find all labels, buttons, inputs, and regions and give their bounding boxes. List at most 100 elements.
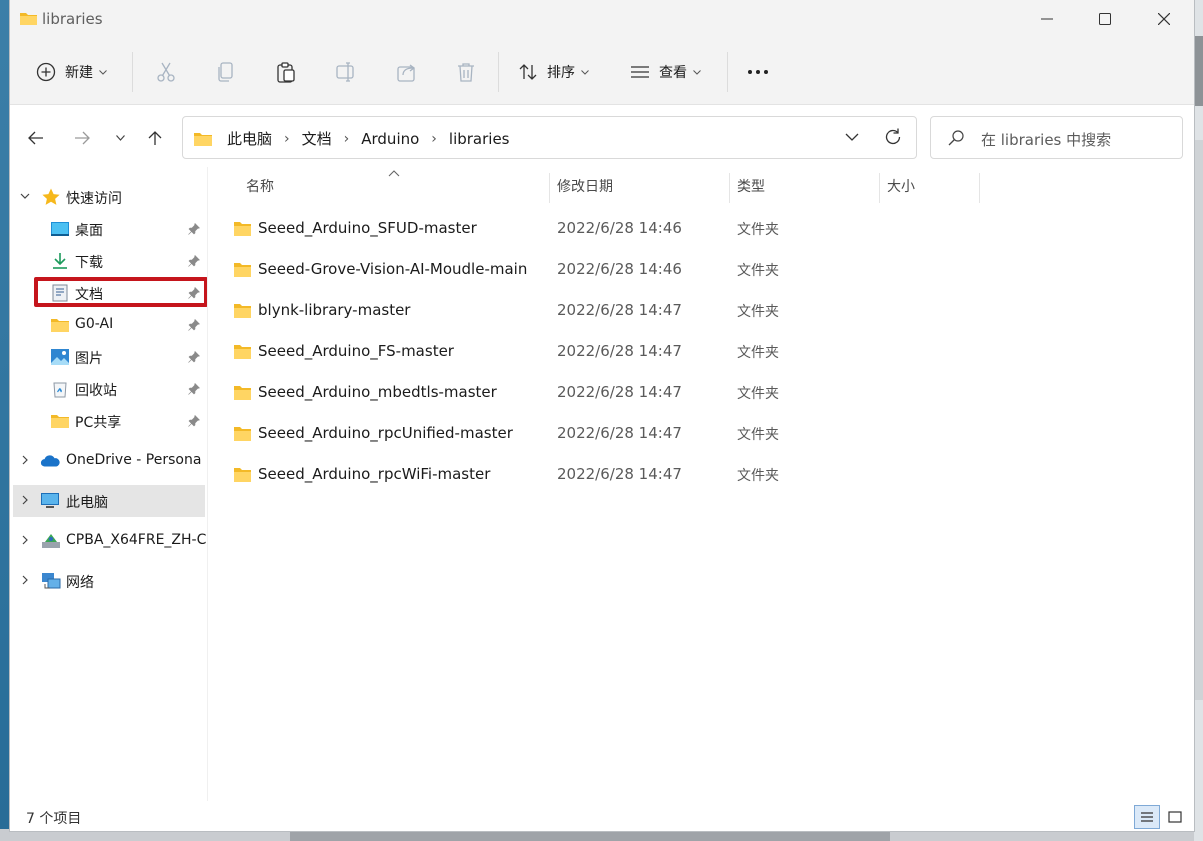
navigation-bar: 此电脑 › 文档 › Arduino › libraries 在 librari…	[10, 105, 1194, 167]
file-type: 文件夹	[737, 304, 779, 320]
column-separator[interactable]	[879, 173, 880, 203]
file-name: Seeed_Arduino_SFUD-master	[258, 219, 477, 237]
column-separator[interactable]	[979, 173, 980, 203]
minimize-button[interactable]	[1018, 0, 1076, 38]
folder-icon	[51, 319, 69, 332]
column-header-label: 修改日期	[557, 179, 613, 195]
sidebar-item-recycle-bin[interactable]: 回收站	[10, 373, 208, 405]
column-header-type[interactable]: 类型	[737, 167, 765, 205]
table-row[interactable]: Seeed_Arduino_SFUD-master 2022/6/28 14:4…	[228, 209, 988, 250]
file-explorer-window: libraries 新建 排序 查看 此电脑 › 文档 › Arduino › …	[9, 0, 1195, 832]
recent-locations-button[interactable]	[105, 123, 135, 153]
column-separator[interactable]	[729, 173, 730, 203]
sidebar-item-downloads[interactable]: 下载	[10, 245, 208, 277]
arrow-left-icon	[28, 131, 43, 145]
refresh-button[interactable]	[883, 127, 903, 151]
file-modified: 2022/6/28 14:47	[557, 383, 682, 401]
folder-icon	[234, 222, 251, 236]
column-header-name[interactable]: 名称	[246, 167, 274, 205]
sidebar-item-desktop[interactable]: 桌面	[10, 213, 208, 245]
desktop-icon	[51, 222, 69, 236]
table-row[interactable]: Seeed-Grove-Vision-AI-Moudle-main 2022/6…	[228, 250, 988, 291]
rename-icon	[336, 62, 354, 82]
sidebar-label: 回收站	[75, 383, 117, 399]
crumb-separator-icon[interactable]: ›	[431, 131, 437, 147]
maximize-button[interactable]	[1076, 0, 1134, 38]
sidebar-item-drive[interactable]: CPBA_X64FRE_ZH-C	[10, 525, 208, 557]
back-button[interactable]	[21, 123, 51, 153]
crumb-arduino[interactable]: Arduino	[361, 130, 419, 148]
sidebar-label: G0-AI	[75, 316, 114, 332]
table-row[interactable]: Seeed_Arduino_mbedtls-master 2022/6/28 1…	[228, 373, 988, 414]
address-bar[interactable]: 此电脑 › 文档 › Arduino › libraries	[182, 116, 917, 159]
close-button[interactable]	[1135, 0, 1193, 38]
sidebar-label: 图片	[75, 351, 103, 367]
column-header-label: 大小	[887, 179, 915, 195]
sidebar-item-onedrive[interactable]: OneDrive - Persona	[10, 445, 208, 477]
folder-icon	[234, 345, 251, 359]
paste-button[interactable]	[275, 50, 297, 94]
column-header-size[interactable]: 大小	[887, 167, 915, 205]
file-type: 文件夹	[737, 468, 779, 484]
chevron-right-icon	[22, 495, 28, 505]
table-row[interactable]: Seeed_Arduino_rpcWiFi-master 2022/6/28 1…	[228, 455, 988, 496]
minimize-icon	[1041, 18, 1053, 20]
file-type: 文件夹	[737, 345, 779, 361]
more-dots-icon	[748, 70, 768, 74]
star-icon	[42, 188, 60, 205]
table-row[interactable]: Seeed_Arduino_FS-master 2022/6/28 14:47 …	[228, 332, 988, 373]
view-button[interactable]: 查看	[630, 50, 701, 94]
sort-button[interactable]: 排序	[518, 50, 589, 94]
up-button[interactable]	[140, 123, 170, 153]
sidebar-item-network[interactable]: 网络	[10, 565, 208, 597]
copy-button[interactable]	[215, 50, 237, 94]
sidebar-item-g0-ai[interactable]: G0-AI	[10, 309, 208, 341]
file-modified: 2022/6/28 14:47	[557, 424, 682, 442]
sidebar-label: 网络	[66, 575, 94, 591]
crumb-this-pc[interactable]: 此电脑	[227, 128, 272, 149]
folder-icon	[20, 13, 37, 25]
edge-bar-2	[1195, 140, 1203, 700]
sidebar-item-pc-share[interactable]: PC共享	[10, 405, 208, 437]
plus-circle-icon	[36, 62, 56, 82]
share-button[interactable]	[396, 50, 418, 94]
address-history-dropdown[interactable]	[845, 129, 859, 149]
computer-icon	[41, 493, 59, 508]
sidebar-item-quick-access[interactable]: 快速访问	[10, 181, 208, 213]
navigation-pane: 快速访问 桌面 下载 文档 G0-AI 图片 回收站 PC共享 OneDrive…	[10, 167, 208, 801]
file-type: 文件夹	[737, 222, 779, 238]
table-row[interactable]: Seeed_Arduino_rpcUnified-master 2022/6/2…	[228, 414, 988, 455]
chevron-down-icon	[845, 133, 859, 141]
sidebar-item-pictures[interactable]: 图片	[10, 341, 208, 373]
delete-button[interactable]	[455, 50, 477, 94]
network-icon	[42, 573, 61, 589]
details-view-button[interactable]	[1134, 805, 1160, 829]
file-modified: 2022/6/28 14:46	[557, 219, 682, 237]
recycle-bin-icon	[53, 382, 67, 398]
trash-icon	[458, 63, 474, 82]
more-options-button[interactable]	[747, 50, 769, 94]
sidebar-item-this-pc[interactable]: 此电脑	[13, 485, 205, 517]
tiles-view-button[interactable]	[1162, 805, 1188, 829]
maximize-icon	[1099, 13, 1111, 25]
chevron-down-icon	[581, 69, 589, 75]
crumb-separator-icon[interactable]: ›	[284, 131, 290, 147]
forward-button[interactable]	[67, 123, 97, 153]
folder-icon	[234, 386, 251, 400]
search-box[interactable]: 在 libraries 中搜索	[930, 116, 1183, 159]
background-window-edge	[1194, 0, 1203, 841]
crumb-documents[interactable]: 文档	[302, 128, 332, 149]
column-separator[interactable]	[549, 173, 550, 203]
crumb-separator-icon[interactable]: ›	[344, 131, 350, 147]
cut-button[interactable]	[155, 50, 177, 94]
column-header-modified[interactable]: 修改日期	[557, 167, 613, 205]
sidebar-label: 桌面	[75, 223, 103, 239]
rename-button[interactable]	[335, 50, 357, 94]
refresh-icon	[885, 128, 901, 145]
window-title: libraries	[42, 10, 103, 28]
file-modified: 2022/6/28 14:47	[557, 465, 682, 483]
crumb-libraries[interactable]: libraries	[449, 130, 510, 148]
pin-icon	[188, 319, 200, 331]
new-button[interactable]: 新建	[36, 50, 107, 94]
table-row[interactable]: blynk-library-master 2022/6/28 14:47 文件夹	[228, 291, 988, 332]
